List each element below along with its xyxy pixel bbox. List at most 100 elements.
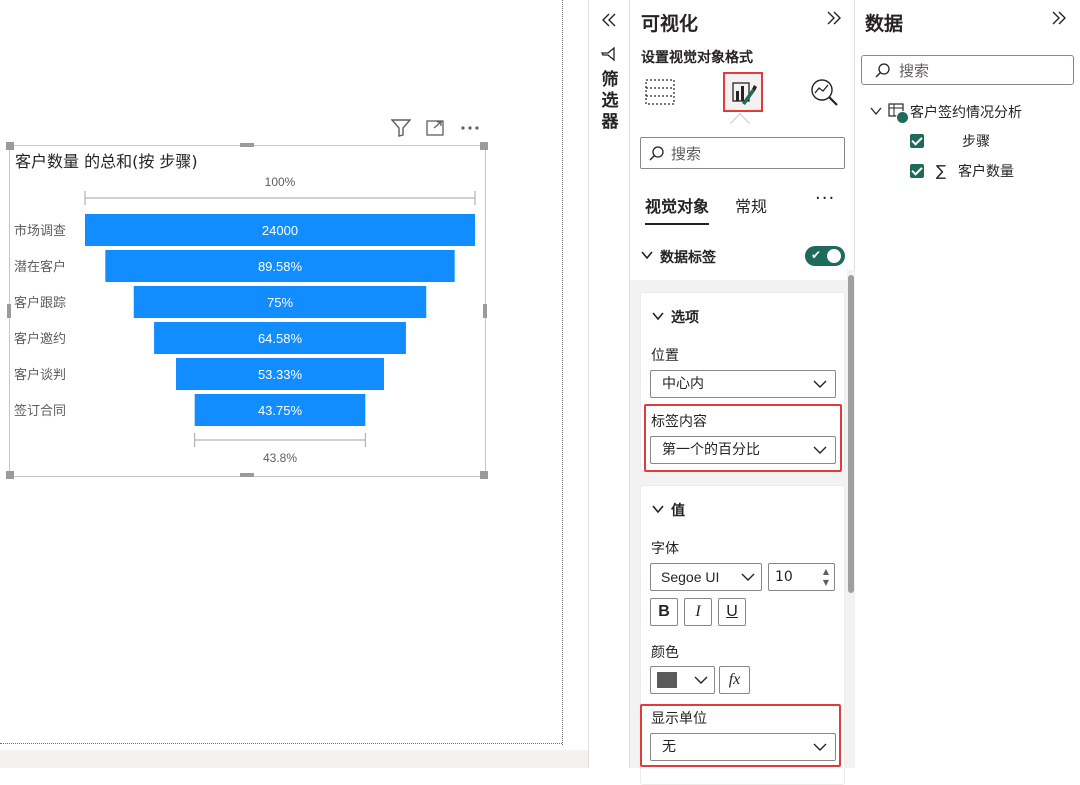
resize-handle[interactable] xyxy=(6,471,14,479)
search-placeholder: 搜索 xyxy=(899,61,930,80)
font-size-stepper[interactable]: 10 ▲ ▼ xyxy=(768,563,835,591)
chevron-down-icon[interactable] xyxy=(870,104,882,120)
label-content-label: 标签内容 xyxy=(651,414,707,430)
format-group-panel: 选项 位置 中心内 标签内容 第一个的百分比 值 字体 Segoe UI 10 … xyxy=(630,280,847,785)
double-chevron-left-icon[interactable] xyxy=(597,8,621,32)
options-card: 选项 位置 中心内 标签内容 第一个的百分比 xyxy=(640,292,845,472)
category-label: 客户跟踪 xyxy=(14,295,66,311)
chevron-down-icon xyxy=(640,247,654,266)
card-title: 值 xyxy=(671,503,685,519)
section-data-labels[interactable]: 数据标签 ✔ xyxy=(638,246,848,270)
pane-title: 数据 xyxy=(865,13,904,35)
section-title: 数据标签 xyxy=(660,250,716,266)
data-pane: 数据 搜索 客户签约情况分析 步骤 ∑ 客户数量 xyxy=(855,0,1080,768)
tab-general[interactable]: 常规 xyxy=(735,193,767,217)
chevron-down-icon xyxy=(813,437,827,472)
search-icon xyxy=(875,63,890,78)
chevron-down-icon xyxy=(694,667,708,697)
data-label: 24000 xyxy=(262,223,298,238)
data-search-input[interactable]: 搜索 xyxy=(861,55,1074,85)
analytics-icon[interactable] xyxy=(804,72,844,112)
color-picker[interactable] xyxy=(650,666,715,694)
canvas-boundary-bottom xyxy=(0,743,562,744)
tab-visual[interactable]: 视觉对象 xyxy=(645,193,710,225)
label-content-dropdown[interactable]: 第一个的百分比 xyxy=(650,436,836,464)
search-icon xyxy=(649,146,664,161)
focus-mode-icon[interactable] xyxy=(423,116,447,140)
field-name: 客户数量 xyxy=(958,164,1014,180)
data-label: 53.33% xyxy=(258,367,303,382)
font-family-value: Segoe UI xyxy=(661,569,720,585)
field-checkbox[interactable] xyxy=(910,134,924,148)
chevron-down-icon xyxy=(651,503,665,519)
filter-pane-label[interactable]: 筛选器 xyxy=(599,70,621,133)
values-card-header[interactable]: 值 xyxy=(651,500,685,520)
data-label: 43.75% xyxy=(258,403,303,418)
italic-button[interactable]: I xyxy=(684,598,712,626)
conditional-format-button[interactable]: fx xyxy=(719,666,750,694)
data-label: 75% xyxy=(267,295,293,310)
color-label: 颜色 xyxy=(651,645,679,661)
mode-indicator-caret xyxy=(730,113,750,133)
chevron-down-icon xyxy=(741,564,755,598)
pane-subtitle: 设置视觉对象格式 xyxy=(641,50,753,66)
resize-handle[interactable] xyxy=(483,304,487,318)
position-value: 中心内 xyxy=(662,376,704,392)
resize-handle[interactable] xyxy=(240,143,254,147)
display-units-value: 无 xyxy=(662,739,676,755)
resize-handle[interactable] xyxy=(6,142,14,150)
field-checkbox[interactable] xyxy=(910,164,924,178)
data-label: 89.58% xyxy=(258,259,303,274)
visual-header xyxy=(386,116,486,140)
more-options-icon[interactable]: ··· xyxy=(815,188,835,209)
field-item[interactable]: 步骤 xyxy=(910,130,990,152)
color-swatch xyxy=(657,672,677,688)
label-content-value: 第一个的百分比 xyxy=(662,442,760,458)
underline-button[interactable]: U xyxy=(718,598,746,626)
scrollbar-thumb[interactable] xyxy=(848,275,854,593)
double-chevron-right-icon[interactable] xyxy=(826,10,842,30)
format-search-input[interactable]: 搜索 xyxy=(640,137,845,169)
category-label: 客户邀约 xyxy=(14,331,66,347)
category-label: 市场调查 xyxy=(14,223,66,239)
category-label: 签订合同 xyxy=(14,403,66,419)
report-canvas[interactable]: 客户数量 的总和(按 步骤) 100% 24000 市场调查 89.58% 潜在客户 75… xyxy=(0,0,588,768)
chevron-down-icon xyxy=(813,734,827,769)
funnel-visual[interactable]: 客户数量 的总和(按 步骤) 100% 24000 市场调查 89.58% 潜在客户 75… xyxy=(9,145,486,477)
font-size-value: 10 xyxy=(775,569,793,585)
resize-handle[interactable] xyxy=(480,471,488,479)
bottom-percent-label: 43.8% xyxy=(263,451,297,465)
spin-arrows-icon[interactable]: ▲ ▼ xyxy=(823,566,829,588)
field-item[interactable]: ∑ 客户数量 xyxy=(910,160,1014,182)
position-label: 位置 xyxy=(651,348,679,364)
toggle-knob xyxy=(827,249,841,263)
table-node[interactable]: 客户签约情况分析 xyxy=(870,101,1022,124)
filter-icon[interactable] xyxy=(389,116,413,140)
resize-handle[interactable] xyxy=(480,142,488,150)
filter-pane-collapsed[interactable]: 筛选器 xyxy=(588,0,629,768)
sigma-icon: ∑ xyxy=(936,162,947,180)
top-percent-label: 100% xyxy=(265,175,296,189)
options-card-header[interactable]: 选项 xyxy=(651,307,699,327)
check-badge-icon xyxy=(896,111,909,124)
data-labels-toggle[interactable]: ✔ xyxy=(805,246,845,266)
format-visual-icon[interactable] xyxy=(723,72,763,112)
double-chevron-right-icon[interactable] xyxy=(1051,10,1067,30)
build-visual-icon[interactable] xyxy=(640,72,680,112)
font-family-dropdown[interactable]: Segoe UI xyxy=(650,563,762,591)
position-dropdown[interactable]: 中心内 xyxy=(650,370,836,398)
display-units-dropdown[interactable]: 无 xyxy=(650,733,836,761)
bold-button[interactable]: B xyxy=(650,598,678,626)
filter-funnel-icon xyxy=(600,46,615,65)
values-card: 值 字体 Segoe UI 10 ▲ ▼ B I U 颜色 fx 显示单位 无 xyxy=(640,485,845,785)
canvas-boundary-right xyxy=(562,0,563,745)
font-label: 字体 xyxy=(651,541,679,557)
resize-handle[interactable] xyxy=(7,304,11,318)
more-options-icon[interactable] xyxy=(458,116,482,140)
canvas-bottom-bar xyxy=(0,750,588,768)
category-label: 潜在客户 xyxy=(14,259,66,275)
resize-handle[interactable] xyxy=(240,473,254,477)
field-name: 步骤 xyxy=(962,134,990,150)
check-icon: ✔ xyxy=(811,248,822,262)
card-title: 选项 xyxy=(671,310,699,326)
